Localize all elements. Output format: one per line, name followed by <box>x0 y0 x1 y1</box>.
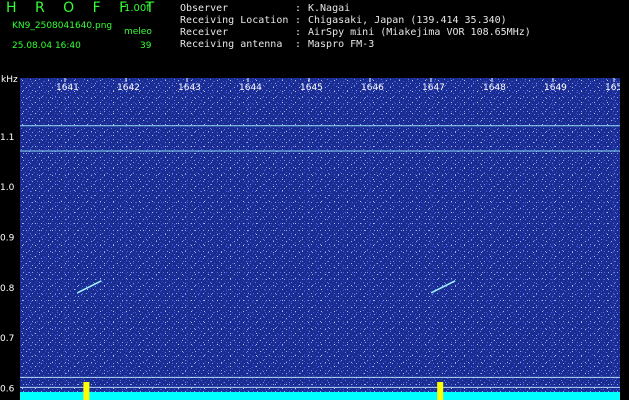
x-tick-label: 1647 <box>422 83 445 93</box>
spectrogram-noise <box>20 78 620 400</box>
x-tick-label: 1642 <box>117 83 140 93</box>
y-tick-label: 1.0 <box>0 183 15 193</box>
y-tick-label: 0.7 <box>0 334 14 344</box>
info-value-observer: K.Nagai <box>308 3 351 14</box>
app-version: 1.00f <box>124 3 150 14</box>
x-tick-label: 1643 <box>178 83 201 93</box>
echo-burst <box>83 382 90 400</box>
info-label-antenna: Receiving antenna <box>180 39 283 50</box>
header-panel: H R O F F T 1.00f KN9_2508041640.png mel… <box>0 0 629 78</box>
info-value-location: Chigasaki, Japan (139.414 35.340) <box>308 15 507 26</box>
y-tick-label: 0.8 <box>0 284 15 294</box>
x-tick-label: 1649 <box>544 83 567 93</box>
y-tick-label: 0.9 <box>0 233 15 243</box>
x-tick-label: 1648 <box>483 83 506 93</box>
y-tick-label: 0.6 <box>0 384 15 394</box>
file-name: KN9_2508041640.png <box>12 21 113 31</box>
info-sep: : <box>295 27 302 38</box>
x-tick-label: 1650 <box>605 83 620 93</box>
info-value-antenna: Maspro FM-3 <box>308 39 375 50</box>
x-tick-label: 1646 <box>361 83 384 93</box>
info-value-receiver: AirSpy mini (Miakejima VOR 108.65MHz) <box>308 27 531 38</box>
info-label-receiver: Receiver <box>180 27 229 38</box>
info-sep: : <box>295 39 302 50</box>
info-label-observer: Observer <box>180 3 229 14</box>
x-tick-label: 1645 <box>300 83 323 93</box>
y-axis: 1.1 1.0 0.9 0.8 0.7 0.6 <box>0 133 15 395</box>
info-sep: : <box>295 15 302 26</box>
mode-label: meleo <box>124 27 152 37</box>
x-tick-label: 1641 <box>56 83 79 93</box>
noise-floor-band <box>20 392 620 400</box>
info-sep: : <box>295 3 302 14</box>
echo-burst <box>437 382 444 400</box>
event-count: 39 <box>140 41 152 51</box>
x-tick-label: 1644 <box>239 83 262 93</box>
date-time: 25.08.04 16:40 <box>12 41 81 51</box>
y-tick-label: 1.1 <box>0 133 14 143</box>
spectrogram-plot: 1641 1642 1643 1644 1645 1646 1647 1648 1649 1650 <box>20 78 620 400</box>
info-label-location: Receiving Location <box>180 15 289 26</box>
